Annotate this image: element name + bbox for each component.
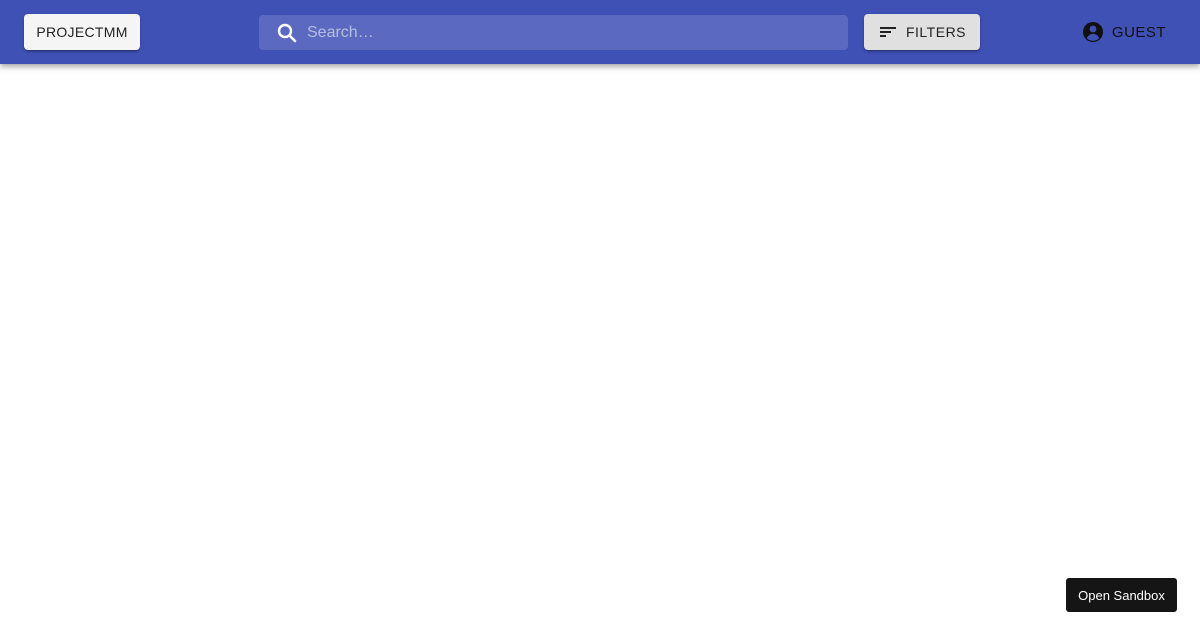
account-circle-icon xyxy=(1082,21,1104,43)
main-content xyxy=(0,64,1200,630)
app-bar: PROJECTMM FILTERS GUES xyxy=(0,0,1200,64)
brand-button[interactable]: PROJECTMM xyxy=(24,14,140,50)
filter-list-icon xyxy=(878,22,898,42)
filters-label: FILTERS xyxy=(905,24,967,40)
account-button[interactable]: GUEST xyxy=(1072,14,1176,50)
search-bar[interactable] xyxy=(259,15,848,50)
open-sandbox-label: Open Sandbox xyxy=(1078,587,1165,603)
open-sandbox-button[interactable]: Open Sandbox xyxy=(1066,578,1177,612)
account-label: GUEST xyxy=(1111,23,1167,41)
brand-label: PROJECTMM xyxy=(36,24,128,40)
search-input[interactable] xyxy=(307,15,848,50)
filters-button[interactable]: FILTERS xyxy=(864,14,980,50)
search-icon xyxy=(275,21,299,45)
